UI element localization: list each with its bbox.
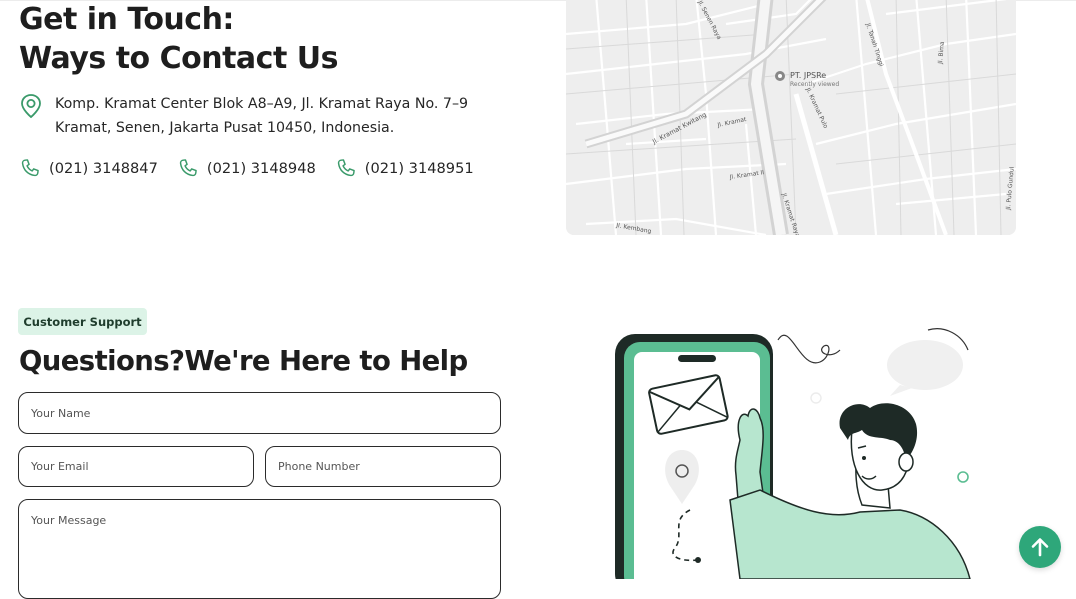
phone-list: (021) 3148847 (021) 3148948 (021) 314895… (19, 157, 493, 179)
phone-icon (21, 159, 39, 177)
phone-icon (337, 159, 355, 177)
map-place-name: PT. JPSRe (790, 71, 826, 80)
customer-support-badge: Customer Support (18, 308, 147, 335)
scroll-to-top-button[interactable] (1019, 526, 1061, 568)
email-input[interactable] (18, 446, 254, 487)
name-input[interactable] (18, 392, 501, 434)
address-line1: Komp. Kramat Center Blok A8–A9, Jl. Kram… (55, 96, 469, 112)
contact-title: Get in Touch: Ways to Contact Us (19, 0, 338, 78)
phone-link-2[interactable]: (021) 3148948 (177, 157, 316, 179)
phone-link-3[interactable]: (021) 3148951 (335, 157, 474, 179)
map-place-sub: Recently viewed (790, 81, 839, 88)
support-heading: Questions?We're Here to Help (19, 345, 468, 377)
location-pin-icon (21, 94, 41, 119)
support-illustration (615, 328, 971, 579)
phone-link-1[interactable]: (021) 3148847 (19, 157, 158, 179)
phone-number: (021) 3148948 (206, 159, 316, 177)
phone-number: (021) 3148847 (49, 159, 158, 177)
location-map[interactable]: PT. JPSRe Recently viewed Jl. Kramat Kwi… (566, 0, 1016, 235)
address-text: Komp. Kramat Center Blok A8–A9, Jl. Kram… (55, 92, 495, 140)
map-canvas[interactable]: PT. JPSRe Recently viewed Jl. Kramat Kwi… (566, 0, 1016, 235)
phone-number: (021) 3148951 (364, 159, 474, 177)
address-block: Komp. Kramat Center Blok A8–A9, Jl. Kram… (19, 92, 495, 140)
phone-number-input[interactable] (265, 446, 501, 487)
phone-icon (179, 159, 197, 177)
message-textarea[interactable] (18, 499, 501, 599)
address-line2: Kramat, Senen, Jakarta Pusat 10450, Indo… (55, 120, 395, 136)
arrow-up-icon (1031, 538, 1049, 557)
contact-title-line1: Get in Touch: (19, 2, 234, 37)
contact-title-line2: Ways to Contact Us (19, 41, 338, 76)
